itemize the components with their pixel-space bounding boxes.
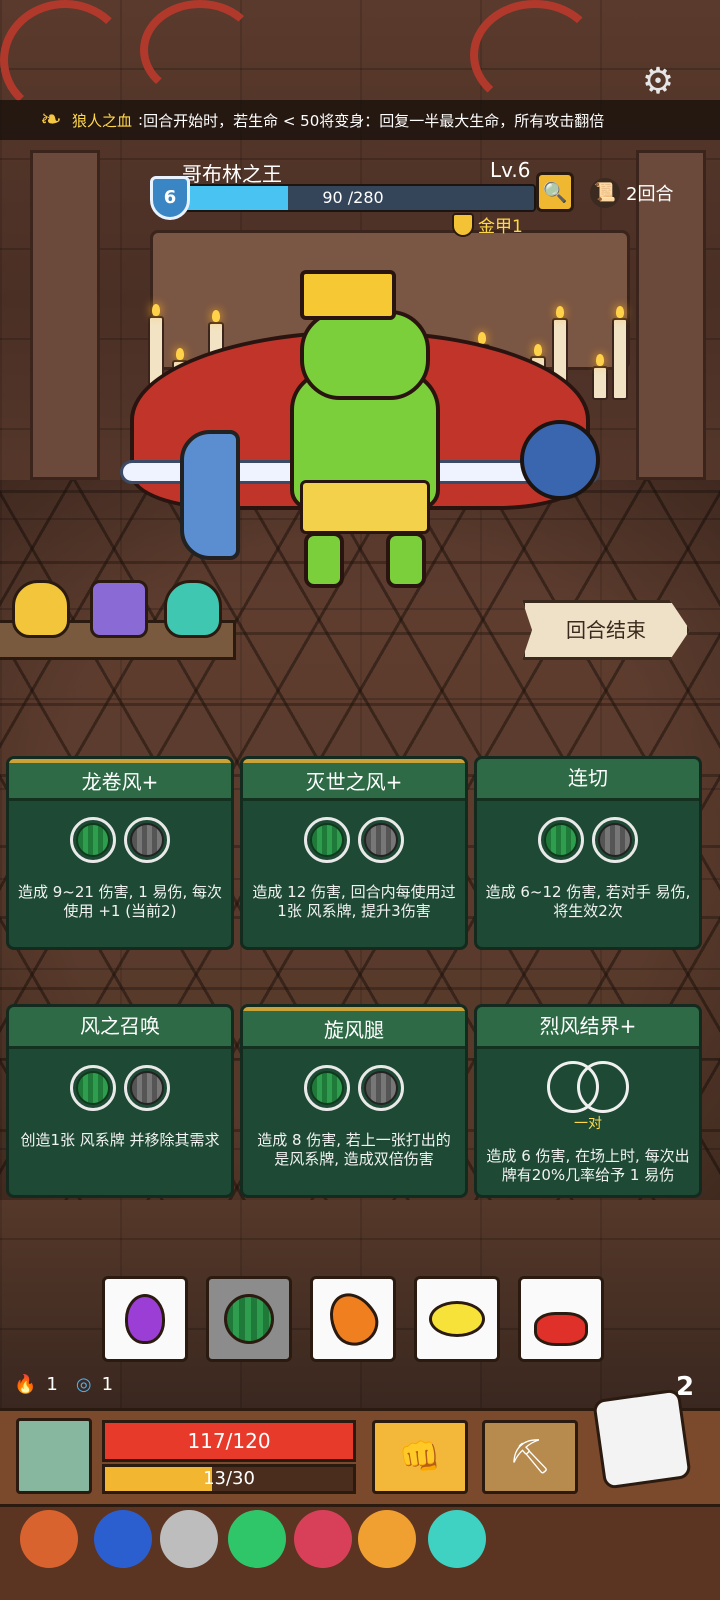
grape-icon (125, 1294, 165, 1344)
player-status-row: 🔥 1 ◎ 1 (14, 1374, 113, 1395)
die-cherry[interactable] (518, 1276, 604, 1362)
end-turn-button[interactable]: 回合结束 (522, 600, 690, 660)
enemy-name: 哥布林之王 (182, 162, 282, 186)
yellow-pouch-relic-icon[interactable] (12, 580, 70, 638)
turn-counter-label: 2回合 (626, 184, 674, 205)
card-slots (9, 1065, 231, 1113)
dig-skill-button[interactable]: ⛏ (482, 1420, 578, 1494)
lemon-icon (429, 1301, 485, 1337)
card-tornado-plus[interactable]: 龙卷风+ 造成 9~21 伤害, 1 易伤, 每次使用 +1 (当前2) (6, 756, 234, 950)
tentacle-decor (140, 0, 260, 100)
tentacle-decor (470, 0, 600, 110)
fire-status-count: 1 (46, 1374, 58, 1395)
armor-label: 金甲1 (478, 217, 523, 237)
watermelon-icon (224, 1294, 274, 1344)
card-slots (243, 817, 465, 865)
card-description: 造成 6~12 伤害, 若对手 易伤, 将生效2次 (485, 883, 691, 920)
watermelon-slot-icon (70, 1065, 116, 1111)
card-description: 造成 6 伤害, 在场上时, 每次出牌有20%几率给予 1 易伤 (486, 1147, 690, 1184)
player-hp-bar: 117/120 (102, 1420, 356, 1462)
enemy-hp-bar: 90 /280 (170, 184, 536, 212)
card-description: 造成 12 伤害, 回合内每使用过1张 风系牌, 提升3伤害 (252, 883, 456, 920)
enemy-shield-value: 6 (163, 187, 177, 208)
shovel-icon: ⛏ (508, 1437, 552, 1477)
card-slots (243, 1065, 465, 1113)
card-title: 旋风腿 (243, 1007, 465, 1049)
fire-status-icon[interactable]: 🔥 (14, 1374, 36, 1395)
empty-slot-icon (358, 1065, 404, 1111)
mango-icon (319, 1284, 387, 1354)
cherry-icon (534, 1312, 588, 1346)
watermelon-slot-icon (304, 1065, 350, 1111)
card-title: 灭世之风+ (243, 759, 465, 801)
card-description: 造成 8 伤害, 若上一张打出的是风系牌, 造成双倍伤害 (257, 1131, 451, 1168)
card-title: 龙卷风+ (9, 759, 231, 801)
green-gem-icon[interactable] (228, 1510, 286, 1568)
player-xp-bar: 13/30 (102, 1464, 356, 1494)
enemy-level: Lv.6 (490, 158, 531, 182)
settings-gear-icon[interactable]: ⚙ (636, 60, 680, 104)
empty-slot-icon (124, 817, 170, 863)
gold-armor-icon (452, 212, 474, 237)
werewolf-blood-icon: ❧ (40, 105, 62, 135)
card-wind-summon[interactable]: 风之召唤 创造1张 风系牌 并移除其需求 (6, 1004, 234, 1198)
enemy-hp-text: 90 /280 (322, 188, 384, 207)
card-title: 连切 (477, 759, 699, 801)
card-slots (9, 817, 231, 865)
die-grape[interactable] (102, 1276, 188, 1362)
card-slots (477, 817, 699, 865)
passive-name: 狼人之血 (72, 111, 133, 130)
card-title: 风之召唤 (9, 1007, 231, 1049)
die-watermelon[interactable] (206, 1276, 292, 1362)
card-double-slash[interactable]: 连切 造成 6~12 伤害, 若对手 易伤, 将生效2次 (474, 756, 702, 950)
fist-skill-button[interactable]: 👊 (372, 1420, 468, 1494)
scroll-icon: 📜 (590, 178, 620, 208)
enemy-shield-icon: 6 (150, 176, 190, 220)
roll-dice-button[interactable] (592, 1388, 692, 1490)
die-lemon[interactable] (414, 1276, 500, 1362)
boss-belt (300, 480, 430, 534)
passive-effect-bar: ❧ 狼人之血 : 回合开始时，若生命 < 50将变身：回复一半最大生命，所有攻击… (0, 100, 720, 140)
empty-slot-icon (358, 817, 404, 863)
empty-slot-icon (124, 1065, 170, 1111)
boss-crown (300, 270, 396, 320)
card-description: 创造1张 风系牌 并移除其需求 (20, 1131, 220, 1149)
spiked-mace-icon (520, 420, 600, 500)
enemy-intel-button[interactable]: 🔍 (536, 172, 574, 212)
watermelon-slot-icon (70, 817, 116, 863)
turn-counter[interactable]: 📜 2回合 (590, 178, 673, 208)
feather-icon[interactable] (358, 1510, 416, 1568)
watermelon-slot-icon (304, 817, 350, 863)
goblin-king-boss[interactable] (90, 270, 630, 600)
empty-slot-icon (592, 817, 638, 863)
card-gale-barrier-plus[interactable]: 烈风结界+ 一对 造成 6 伤害, 在场上时, 每次出牌有20%几率给予 1 易… (474, 1004, 702, 1198)
card-description: 造成 9~21 伤害, 1 易伤, 每次使用 +1 (当前2) (17, 883, 223, 920)
enemy-armor-buff[interactable]: 金甲1 (452, 212, 523, 237)
spiral-status-icon[interactable]: ◎ (76, 1374, 92, 1395)
card-title: 烈风结界+ (477, 1007, 699, 1049)
player-avatar[interactable] (16, 1418, 92, 1494)
boss-leg (304, 532, 344, 588)
meat-icon[interactable] (20, 1510, 78, 1568)
fist-icon: 👊 (398, 1437, 442, 1477)
battle-scene: ⚙ ❧ 狼人之血 : 回合开始时，若生命 < 50将变身：回复一半最大生命，所有… (0, 0, 720, 1600)
card-doom-wind-plus[interactable]: 灭世之风+ 造成 12 伤害, 回合内每使用过1张 风系牌, 提升3伤害 (240, 756, 468, 950)
crystal-icon[interactable] (428, 1510, 486, 1568)
blue-flame-icon[interactable] (94, 1510, 152, 1568)
teal-pouch-relic-icon[interactable] (164, 580, 222, 638)
player-xp-text: 13/30 (203, 1468, 255, 1489)
purple-pot-relic-icon[interactable] (90, 580, 148, 638)
gear-scroll-icon[interactable] (160, 1510, 218, 1568)
boss-head (300, 310, 430, 400)
die-mango[interactable] (310, 1276, 396, 1362)
boss-leg (386, 532, 426, 588)
red-amulet-icon[interactable] (294, 1510, 352, 1568)
spiral-status-count: 1 (101, 1374, 114, 1395)
pair-slot-icon (543, 1061, 633, 1117)
spiked-shield-icon (180, 430, 240, 560)
passive-description: 回合开始时，若生命 < 50将变身：回复一半最大生命，所有攻击翻倍 (143, 111, 605, 130)
watermelon-slot-icon (538, 817, 584, 863)
card-whirlwind-kick[interactable]: 旋风腿 造成 8 伤害, 若上一张打出的是风系牌, 造成双倍伤害 (240, 1004, 468, 1198)
